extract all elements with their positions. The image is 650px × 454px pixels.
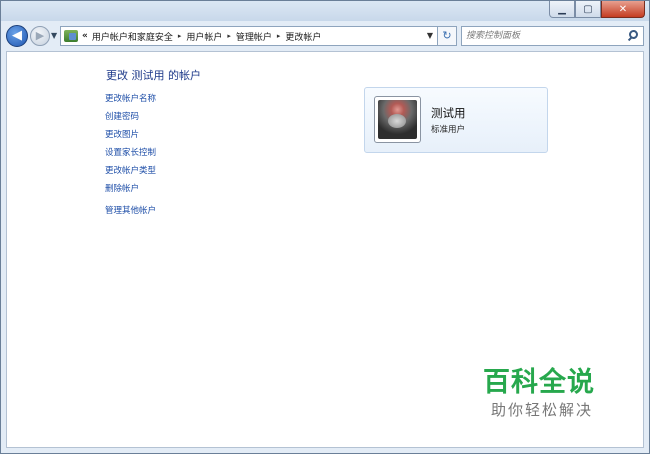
delete-account-link[interactable]: 删除帐户 (105, 182, 156, 200)
manage-other-accounts-link[interactable]: 管理其他帐户 (105, 204, 156, 222)
user-name: 测试用 (431, 106, 466, 120)
watermark-subtitle: 助你轻松解决 (491, 401, 594, 419)
task-list: 更改帐户名称 创建密码 更改图片 设置家长控制 更改帐户类型 删除帐户 管理其他… (105, 92, 156, 222)
breadcrumb-item-manage-accounts[interactable]: 管理帐户 (236, 30, 272, 43)
breadcrumb-item-user-accounts[interactable]: 用户帐户 (186, 30, 222, 43)
search-input[interactable] (466, 29, 616, 43)
search-icon[interactable] (629, 30, 638, 39)
breadcrumb-separator-icon[interactable]: ▸ (178, 32, 182, 40)
change-picture-link[interactable]: 更改图片 (105, 128, 156, 146)
account-type-label: 标准用户 (431, 125, 466, 135)
breadcrumb-overflow[interactable]: « (82, 31, 88, 41)
refresh-icon: ↻ (442, 29, 452, 42)
avatar (374, 96, 421, 143)
change-account-type-link[interactable]: 更改帐户类型 (105, 164, 156, 182)
create-password-link[interactable]: 创建密码 (105, 110, 156, 128)
refresh-button[interactable]: ↻ (438, 26, 457, 46)
address-bar[interactable]: « 用户帐户和家庭安全 ▸ 用户帐户 ▸ 管理帐户 ▸ 更改帐户 ▼ (60, 26, 438, 46)
breadcrumb-separator-icon[interactable]: ▸ (227, 32, 231, 40)
watermark: 百科全说 助你轻松解决 (483, 367, 595, 421)
control-panel-icon (64, 30, 78, 42)
change-account-name-link[interactable]: 更改帐户名称 (105, 92, 156, 110)
navigation-bar: ◀ ▶ ▼ « 用户帐户和家庭安全 ▸ 用户帐户 ▸ 管理帐户 ▸ 更改帐户 ▼… (1, 23, 649, 49)
forward-button[interactable]: ▶ (30, 26, 50, 46)
title-bar[interactable]: ▁ ▢ ✕ (1, 1, 649, 21)
address-dropdown-icon[interactable]: ▼ (427, 31, 433, 40)
back-button[interactable]: ◀ (6, 25, 28, 47)
user-picture-icon (378, 100, 417, 139)
user-account-card: 测试用 标准用户 (364, 87, 548, 153)
search-box (461, 26, 644, 46)
recent-pages-chevron-icon[interactable]: ▼ (51, 31, 57, 40)
arrow-left-icon: ◀ (12, 28, 22, 43)
parental-controls-link[interactable]: 设置家长控制 (105, 146, 156, 164)
page-title: 更改 测试用 的帐户 (106, 69, 201, 82)
breadcrumb-item-change-account[interactable]: 更改帐户 (285, 30, 321, 43)
arrow-right-icon: ▶ (35, 29, 45, 42)
breadcrumb-separator-icon[interactable]: ▸ (277, 32, 281, 40)
caption-buttons: ▁ ▢ ✕ (549, 1, 645, 18)
minimize-button[interactable]: ▁ (549, 1, 575, 18)
watermark-title: 百科全说 (483, 367, 595, 398)
control-panel-window: ▁ ▢ ✕ ◀ ▶ ▼ « 用户帐户和家庭安全 ▸ 用户帐户 ▸ 管理帐户 ▸ … (0, 0, 650, 454)
maximize-button[interactable]: ▢ (575, 1, 601, 18)
breadcrumb-item-family-safety[interactable]: 用户帐户和家庭安全 (92, 30, 173, 43)
close-button[interactable]: ✕ (601, 1, 645, 18)
